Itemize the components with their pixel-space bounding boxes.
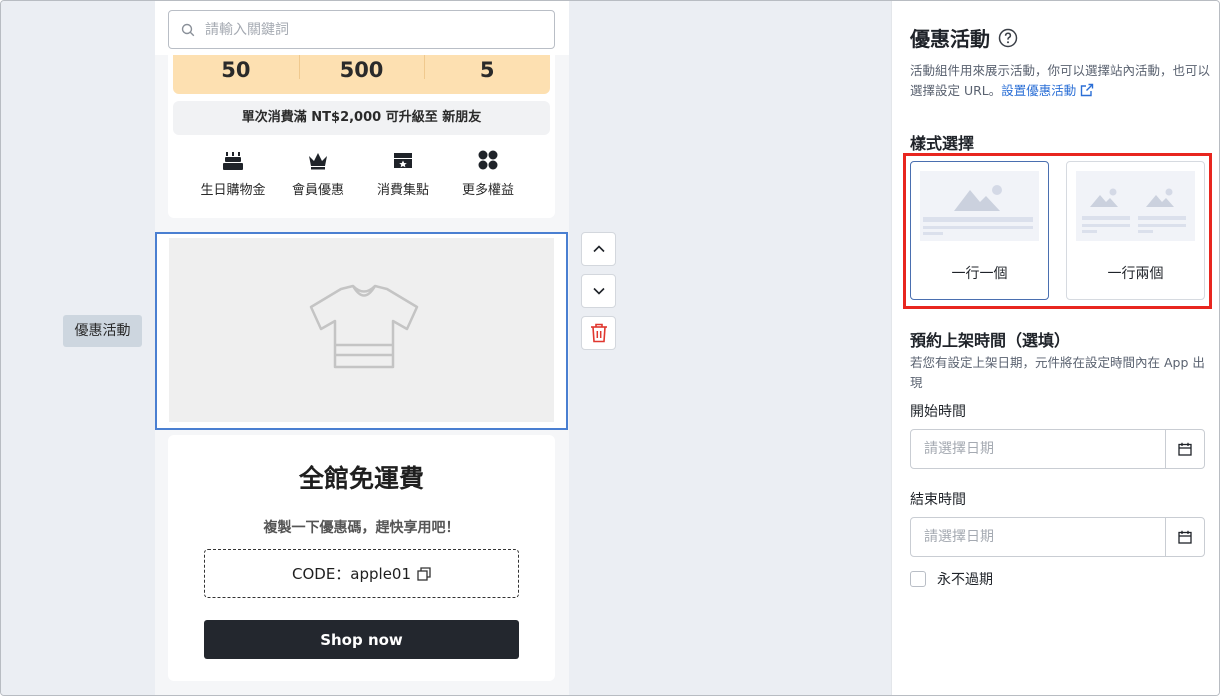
- end-date-picker-button[interactable]: [1165, 518, 1204, 556]
- style-option-label: 一行兩個: [1107, 266, 1164, 282]
- member-card: 50 500 5 單次消費滿 NT$2,000 可升級至 新朋友 生日購物金 會…: [168, 55, 555, 218]
- never-expire-option[interactable]: 永不過期: [910, 569, 993, 589]
- coupon-title: 全館免運費: [298, 464, 424, 493]
- panel-title: 優惠活動: [910, 27, 990, 51]
- perk-list: 生日購物金 會員優惠 消費集點 更多權益: [188, 149, 548, 209]
- stat-value: 50: [221, 58, 251, 82]
- schedule-description: 若您有設定上架日期，元件將在設定時間內在 App 出現: [910, 355, 1205, 390]
- app-window: 50 500 5 單次消費滿 NT$2,000 可升級至 新朋友 生日購物金: [0, 0, 1220, 696]
- start-date-input[interactable]: [911, 430, 1165, 468]
- settings-panel: 優惠活動 活動組件用來展示活動，你可以選擇站內活動，也可以選擇設定 URL。設置…: [891, 1, 1219, 695]
- move-up-button[interactable]: [581, 232, 616, 266]
- calendar-icon: [1178, 442, 1192, 456]
- setup-promo-link[interactable]: 設置優惠活動: [1001, 83, 1076, 98]
- coupon-subtitle: 複製一下優惠碼，趕快享用吧！: [263, 520, 460, 536]
- help-icon[interactable]: [998, 28, 1018, 48]
- ticket-icon: [394, 153, 412, 168]
- end-date-field[interactable]: [910, 517, 1205, 557]
- crown-icon: [309, 153, 327, 170]
- cake-icon: [223, 152, 243, 170]
- panel-title-row: 優惠活動: [910, 23, 1018, 52]
- shop-now-button[interactable]: Shop now: [204, 620, 519, 659]
- copy-icon[interactable]: [417, 566, 431, 581]
- coupon-code-text: CODE：apple01: [291, 565, 412, 583]
- trash-icon: [590, 323, 607, 343]
- tshirt-placeholder-icon: [309, 284, 419, 369]
- chevron-down-icon: [592, 287, 605, 295]
- coupon-card: 全館免運費 複製一下優惠碼，趕快享用吧！ CODE：apple01 Shop n…: [168, 435, 555, 681]
- delete-button[interactable]: [581, 316, 616, 350]
- search-box[interactable]: [168, 10, 555, 49]
- perk-item-points[interactable]: 消費集點: [358, 149, 448, 198]
- chevron-up-icon: [592, 245, 605, 253]
- stat-value: 500: [298, 55, 425, 94]
- grid-icon: [478, 150, 498, 170]
- perk-item-more[interactable]: 更多權益: [443, 149, 533, 198]
- coupon-code-box[interactable]: CODE：apple01: [204, 549, 519, 598]
- upgrade-notice: 單次消費滿 NT$2,000 可升級至 新朋友: [173, 101, 550, 135]
- external-link-icon[interactable]: [1080, 83, 1094, 97]
- search-input[interactable]: [205, 21, 525, 38]
- end-date-input[interactable]: [911, 518, 1165, 556]
- search-icon: [181, 23, 195, 36]
- stat-value: 5: [424, 55, 550, 94]
- start-time-label: 開始時間: [910, 404, 966, 420]
- perk-label: 生日購物金: [200, 183, 266, 198]
- layout-one-thumbnail: [920, 171, 1039, 241]
- perk-label: 更多權益: [461, 183, 514, 198]
- image-placeholder-icon: [1082, 188, 1186, 233]
- style-section-title: 樣式選擇: [910, 134, 975, 153]
- start-date-field[interactable]: [910, 429, 1205, 469]
- schedule-section-title: 預約上架時間（選填）: [910, 331, 1071, 350]
- layout-two-thumbnail: [1076, 171, 1195, 241]
- move-down-button[interactable]: [581, 274, 616, 308]
- style-option-label: 一行一個: [951, 266, 1008, 282]
- never-expire-checkbox[interactable]: [910, 571, 926, 587]
- promo-block-selected[interactable]: [155, 232, 568, 430]
- perk-label: 會員優惠: [291, 183, 344, 198]
- perk-label: 消費集點: [376, 183, 429, 198]
- perk-item-birthday[interactable]: 生日購物金: [188, 149, 278, 198]
- never-expire-label: 永不過期: [937, 572, 993, 588]
- perk-item-member[interactable]: 會員優惠: [273, 149, 363, 198]
- style-option-one-per-row[interactable]: 一行一個: [910, 161, 1049, 300]
- panel-description-block: 活動組件用來展示活動，你可以選擇站內活動，也可以選擇設定 URL。設置優惠活動: [910, 61, 1210, 101]
- end-time-label: 結束時間: [910, 492, 966, 508]
- component-tag: 優惠活動: [63, 315, 142, 347]
- start-date-picker-button[interactable]: [1165, 430, 1204, 468]
- promo-image-placeholder: [169, 238, 554, 422]
- image-placeholder-icon: [923, 185, 1033, 235]
- style-option-two-per-row[interactable]: 一行兩個: [1066, 161, 1205, 300]
- calendar-icon: [1178, 530, 1192, 544]
- member-stats: 50 500 5: [173, 55, 550, 94]
